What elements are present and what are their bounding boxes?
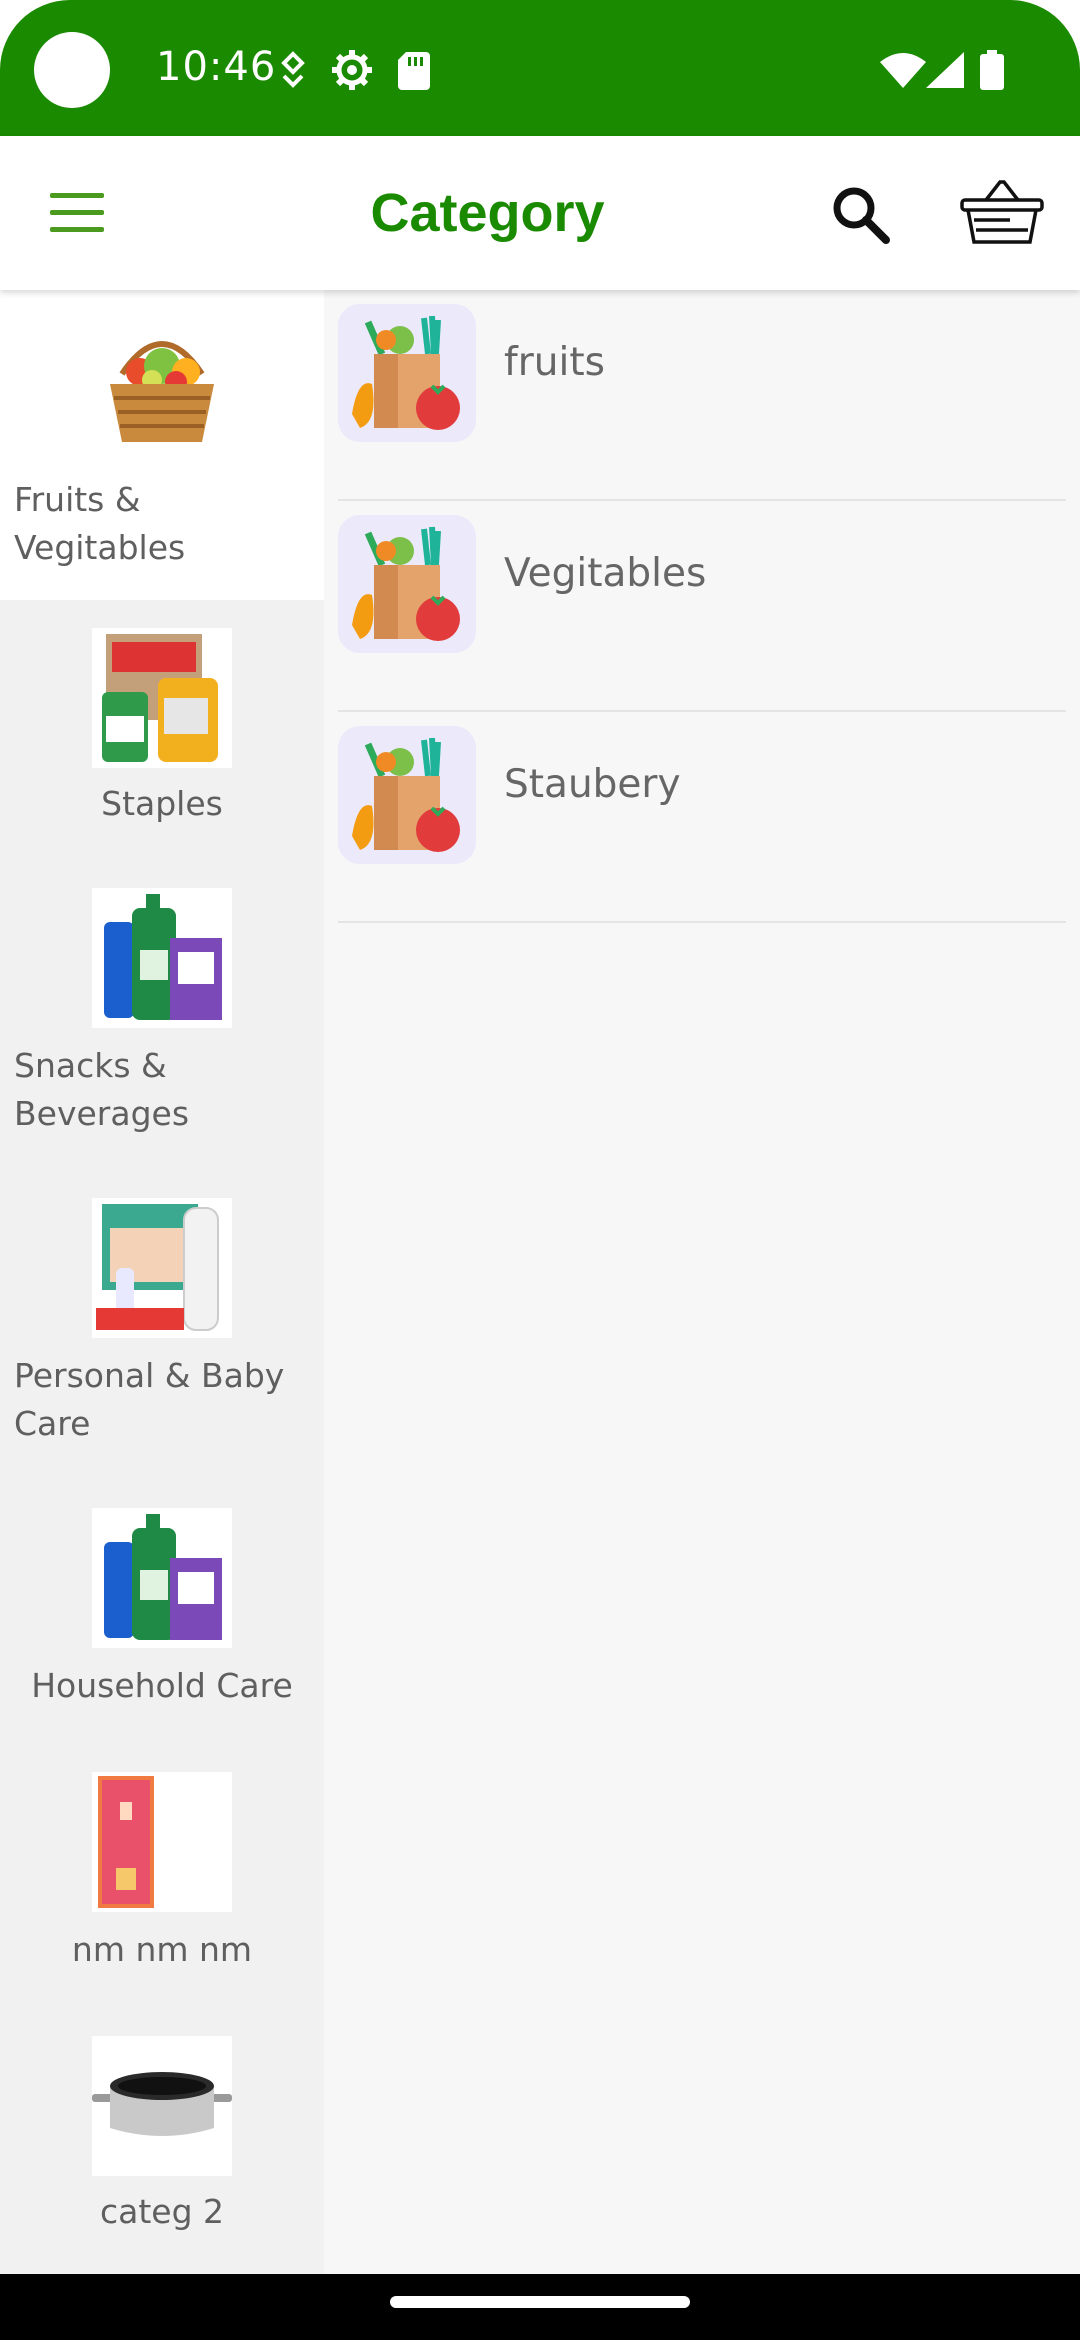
sidebar-item-label: Snacks & Beverages bbox=[14, 1046, 190, 1133]
app-bar: Category bbox=[0, 136, 1080, 290]
staples-image bbox=[92, 628, 232, 768]
camera-cutout bbox=[34, 32, 110, 108]
poster-image bbox=[92, 1772, 232, 1912]
navigation-bar bbox=[0, 2274, 1080, 2340]
subcategory-item-staubery[interactable]: Staubery bbox=[338, 712, 1066, 923]
home-gesture-handle[interactable] bbox=[390, 2296, 690, 2308]
sidebar-item-categ-2[interactable]: categ 2 bbox=[0, 2012, 324, 2274]
sidebar-item-label: Staples bbox=[101, 784, 223, 823]
subcategory-item-vegitables[interactable]: Vegitables bbox=[338, 501, 1066, 712]
data-saver-icon bbox=[281, 51, 305, 88]
household-products-image bbox=[92, 1508, 232, 1648]
subcategory-label: Vegitables bbox=[504, 551, 707, 596]
search-icon[interactable] bbox=[828, 182, 894, 248]
category-sidebar: Fruits & Vegitables Staples Snacks & Bev… bbox=[0, 290, 324, 2274]
cooking-pot-image bbox=[92, 2036, 232, 2176]
grocery-bag-icon bbox=[338, 304, 476, 442]
grocery-bag-icon bbox=[338, 515, 476, 653]
wifi-icon bbox=[880, 53, 926, 88]
basket-icon[interactable] bbox=[960, 178, 1044, 248]
sidebar-item-staples[interactable]: Staples bbox=[0, 600, 324, 864]
sidebar-item-snacks-beverages[interactable]: Snacks & Beverages bbox=[0, 864, 324, 1174]
subcategory-list: fruits Vegitables Staubery bbox=[324, 290, 1080, 2274]
sidebar-item-fruits-vegitables[interactable]: Fruits & Vegitables bbox=[0, 290, 324, 600]
sidebar-item-label: Fruits & Vegitables bbox=[14, 480, 186, 567]
fruit-basket-image bbox=[110, 341, 214, 442]
grocery-bag-icon bbox=[338, 726, 476, 864]
sidebar-item-label: Personal & Baby Care bbox=[14, 1356, 285, 1443]
battery-icon bbox=[980, 50, 1004, 90]
subcategory-label: fruits bbox=[504, 340, 605, 385]
subcategory-item-fruits[interactable]: fruits bbox=[338, 290, 1066, 501]
sidebar-item-label: nm nm nm bbox=[71, 1930, 253, 1969]
sidebar-item-nm-nm-nm[interactable]: nm nm nm bbox=[0, 1748, 324, 2012]
status-bar: 10:46 bbox=[0, 0, 1080, 136]
sd-card-icon bbox=[398, 52, 430, 90]
divider bbox=[338, 921, 1066, 923]
cleaning-products-image bbox=[92, 888, 232, 1028]
settings-gear-icon bbox=[332, 50, 372, 90]
sidebar-item-label: categ 2 bbox=[99, 2192, 225, 2231]
baby-care-image bbox=[92, 1198, 232, 1338]
status-time: 10:46 bbox=[156, 44, 277, 90]
signal-icon bbox=[926, 52, 964, 88]
subcategory-label: Staubery bbox=[504, 762, 681, 807]
sidebar-item-label: Household Care bbox=[31, 1666, 293, 1705]
sidebar-item-personal-baby-care[interactable]: Personal & Baby Care bbox=[0, 1174, 324, 1484]
sidebar-item-household-care[interactable]: Household Care bbox=[0, 1484, 324, 1748]
